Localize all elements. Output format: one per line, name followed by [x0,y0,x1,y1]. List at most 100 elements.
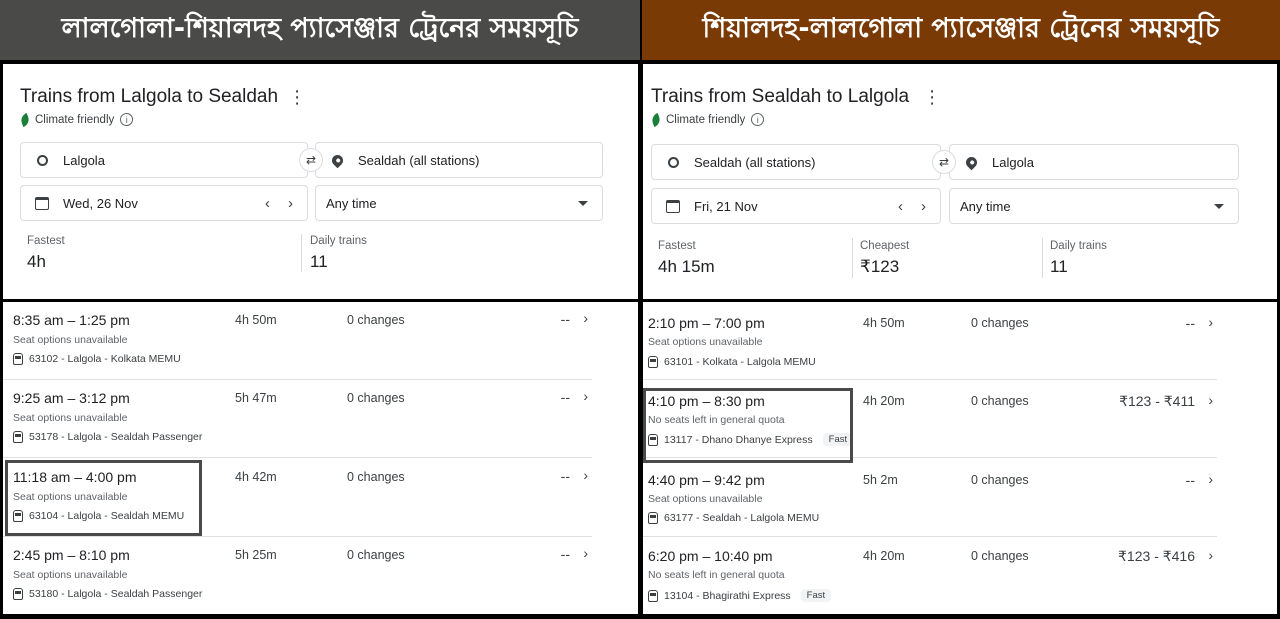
location-pin-icon [963,154,979,170]
chevron-right-icon[interactable]: › [583,545,588,561]
swap-icon[interactable]: ⇄ [299,148,323,172]
date-field[interactable]: Fri, 21 Nov ‹ › [651,188,941,224]
train-changes: 0 changes [347,548,405,562]
more-options-icon[interactable]: ⋮ [923,88,941,106]
train-time: 9:25 am – 3:12 pm [13,390,130,406]
dropdown-caret-icon [578,200,588,206]
chevron-right-icon[interactable]: › [583,467,588,483]
stat-daily-trains: Daily trains 11 [1050,240,1107,276]
time-select[interactable]: Any time [315,185,603,221]
stat-divider [852,238,853,278]
right-column: শিয়ালদহ-লালগোলা প্যাসেঞ্জার ট্রেনের সময… [642,0,1280,619]
chevron-right-icon[interactable]: › [1208,547,1213,563]
destination-value: Sealdah (all stations) [358,152,480,168]
train-time: 8:35 am – 1:25 pm [13,312,130,328]
train-duration: 4h 20m [863,394,905,408]
seat-status: Seat options unavailable [648,493,763,505]
stat-fastest: Fastest 4h [27,235,65,271]
right-banner: শিয়ালদহ-লালগোলা প্যাসেঞ্জার ট্রেনের সময… [642,0,1280,60]
train-price: -- [560,468,570,484]
page-title: Trains from Sealdah to Lalgola [651,86,910,107]
left-search-panel: Trains from Lalgola to Sealdah ⋮ Climate… [3,64,638,299]
fast-badge: Fast [822,433,854,446]
train-row[interactable]: 8:35 am – 1:25 pm Seat options unavailab… [3,302,638,380]
seat-status: No seats left in general quota [648,414,785,426]
dropdown-caret-icon [1214,203,1224,209]
origin-field[interactable]: Lalgola [20,142,308,178]
train-price: -- [560,546,570,562]
train-duration: 4h 20m [863,549,905,563]
train-duration: 4h 42m [235,470,277,484]
chevron-right-icon[interactable]: › [1208,392,1213,408]
train-row[interactable]: 6:20 pm – 10:40 pm No seats left in gene… [643,537,1277,615]
train-changes: 0 changes [347,313,405,327]
train-name: 53180 - Lalgola - Sealdah Passenger [13,588,202,600]
train-icon [648,356,658,368]
train-changes: 0 changes [347,391,405,405]
date-value: Fri, 21 Nov [694,198,758,214]
train-time: 4:40 pm – 9:42 pm [648,472,765,488]
seat-status: Seat options unavailable [648,336,763,348]
info-icon[interactable]: i [120,113,134,126]
train-name: 63101 - Kolkata - Lalgola MEMU [648,356,816,368]
seat-status: No seats left in general quota [648,569,785,581]
train-time: 2:45 pm – 8:10 pm [13,547,130,563]
train-time: 11:18 am – 4:00 pm [13,469,137,485]
train-changes: 0 changes [347,470,405,484]
train-icon [13,353,23,365]
train-row[interactable]: 4:10 pm – 8:30 pm No seats left in gener… [643,380,1277,458]
chevron-right-icon[interactable]: › [583,388,588,404]
calendar-icon [666,199,680,213]
row-divider [3,457,592,458]
train-row[interactable]: 11:18 am – 4:00 pm Seat options unavaila… [3,459,638,537]
next-date-icon[interactable]: › [921,198,926,215]
time-select-value: Any time [960,198,1011,214]
time-select[interactable]: Any time [949,188,1239,224]
train-time: 2:10 pm – 7:00 pm [648,315,765,331]
location-pin-icon [329,152,345,168]
train-row[interactable]: 9:25 am – 3:12 pm Seat options unavailab… [3,380,638,458]
climate-text: Climate friendly [666,113,746,126]
train-row[interactable]: 4:40 pm – 9:42 pm Seat options unavailab… [643,459,1277,537]
leaf-icon [650,112,662,127]
chevron-right-icon[interactable]: › [583,310,588,326]
train-row[interactable]: 2:45 pm – 8:10 pm Seat options unavailab… [3,537,638,615]
train-duration: 4h 50m [863,316,905,330]
right-search-panel: Trains from Sealdah to Lalgola ⋮ Climate… [643,64,1277,299]
train-changes: 0 changes [971,394,1029,408]
train-changes: 0 changes [971,549,1029,563]
left-column: লালগোলা-শিয়ালদহ প্যাসেঞ্জার ট্রেনের সময… [0,0,640,619]
leaf-icon [19,112,31,127]
more-options-icon[interactable]: ⋮ [288,88,306,106]
destination-value: Lalgola [992,154,1034,170]
time-select-value: Any time [326,195,377,211]
origin-value: Sealdah (all stations) [694,154,816,170]
seat-status: Seat options unavailable [13,334,128,346]
train-changes: 0 changes [971,316,1029,330]
swap-icon[interactable]: ⇄ [932,150,956,174]
next-date-icon[interactable]: › [288,195,293,212]
destination-field[interactable]: Sealdah (all stations) [315,142,603,178]
train-time: 6:20 pm – 10:40 pm [648,548,773,564]
train-icon [648,512,658,524]
stat-divider [301,234,302,272]
chevron-right-icon[interactable]: › [1208,314,1213,330]
right-title-row: Trains from Sealdah to Lalgola ⋮ [651,86,941,108]
info-icon[interactable]: i [751,113,765,126]
destination-field[interactable]: Lalgola [949,144,1239,180]
train-duration: 5h 47m [235,391,277,405]
chevron-right-icon[interactable]: › [1208,471,1213,487]
date-field[interactable]: Wed, 26 Nov ‹ › [20,185,308,221]
climate-friendly-label: Climate friendly i [650,112,765,127]
train-duration: 4h 50m [235,313,277,327]
train-icon [13,431,23,443]
train-price: -- [560,389,570,405]
prev-date-icon[interactable]: ‹ [265,195,270,212]
origin-field[interactable]: Sealdah (all stations) [651,144,941,180]
prev-date-icon[interactable]: ‹ [898,198,903,215]
train-name: 63104 - Lalgola - Sealdah MEMU [13,510,184,522]
train-price: ₹123 - ₹416 [1118,548,1195,564]
train-name: 53178 - Lalgola - Sealdah Passenger [13,431,202,443]
train-row[interactable]: 2:10 pm – 7:00 pm Seat options unavailab… [643,302,1277,380]
train-name: 13104 - Bhagirathi Express Fast [648,589,832,602]
